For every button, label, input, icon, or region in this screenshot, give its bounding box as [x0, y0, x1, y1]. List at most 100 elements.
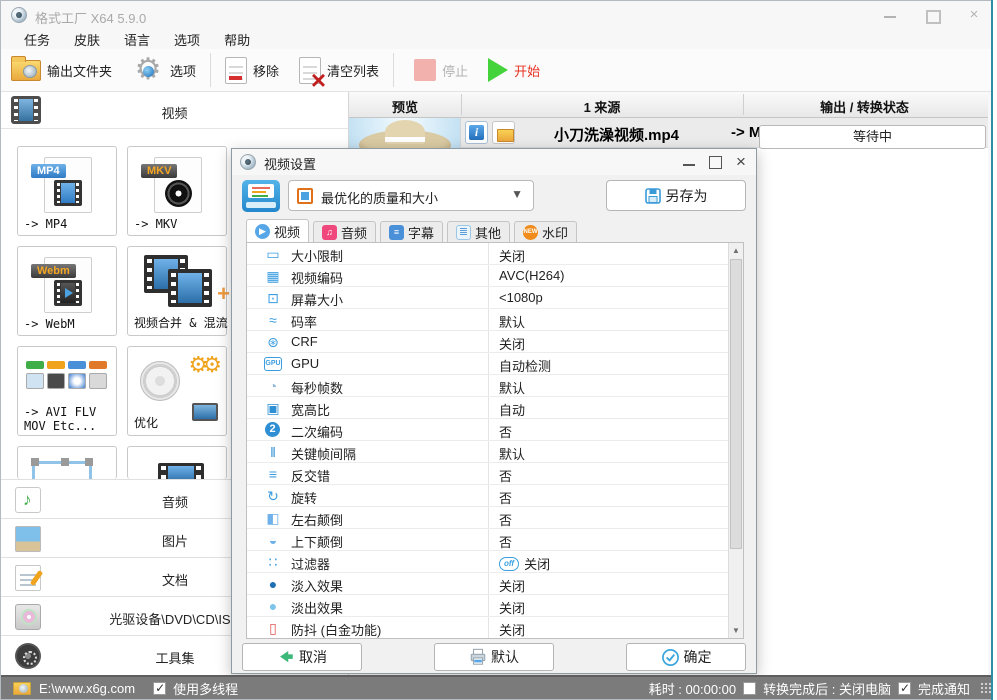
dialog-minimize-button[interactable]	[682, 155, 696, 169]
setting-row-15[interactable]: ● 淡入效果 关闭	[247, 573, 743, 595]
tab-水印[interactable]: NEW 水印	[514, 221, 577, 243]
tab-其他[interactable]: ≣ 其他	[447, 221, 510, 243]
card-optimize[interactable]: ⚙⚙ 优化	[127, 346, 227, 436]
setting-row-0[interactable]: ▭ 大小限制 关闭	[247, 243, 743, 265]
rotate-icon: ↻	[267, 488, 279, 504]
crf-icon: ⊛	[267, 334, 279, 350]
setting-label: 二次编码	[291, 425, 344, 440]
card-avi-flv-mov[interactable]: -> AVI FLV MOV Etc...	[17, 346, 117, 436]
tab-视频[interactable]: ▶ 视频	[246, 219, 309, 243]
setting-row-8[interactable]: 2 二次编码 否	[247, 419, 743, 441]
setting-row-16[interactable]: ● 淡出效果 关闭	[247, 595, 743, 617]
menu-help[interactable]: 帮助	[219, 30, 255, 49]
shutdown-after-label[interactable]: 转换完成后 : 关闭电脑	[763, 679, 891, 698]
dialog-maximize-button[interactable]	[708, 155, 722, 169]
options-button[interactable]: ⚙ 选项	[122, 51, 206, 89]
scrollbar-thumb[interactable]	[730, 259, 742, 549]
setting-label: 视频编码	[291, 271, 344, 286]
remove-button[interactable]: 移除	[215, 51, 289, 89]
notify-checkbox[interactable]	[897, 681, 911, 695]
output-path[interactable]: E:\www.x6g.com	[39, 681, 135, 696]
ok-button[interactable]: 确定	[626, 643, 746, 671]
column-preview[interactable]: 预览	[349, 97, 461, 116]
minimize-button[interactable]	[882, 7, 898, 23]
profile-tray-icon	[242, 180, 280, 212]
card-webm[interactable]: Webm -> WebM	[17, 246, 117, 336]
setting-row-17[interactable]: ▯ 防抖 (白金功能) 关闭	[247, 617, 743, 638]
format-tags-icon	[26, 361, 107, 369]
window-title: 格式工厂 X64 5.9.0	[35, 11, 147, 26]
notify-label[interactable]: 完成通知	[918, 679, 970, 698]
setting-row-5[interactable]: GPU GPU 自动检测	[247, 353, 743, 375]
shutdown-after-checkbox[interactable]	[743, 681, 757, 695]
setting-row-9[interactable]: ‖ 关键帧间隔 默认	[247, 441, 743, 463]
setting-row-1[interactable]: ▦ 视频编码 AVC(H264)	[247, 265, 743, 287]
settings-scrollbar[interactable]: ▲ ▼	[728, 243, 743, 638]
setting-label: 上下颠倒	[291, 535, 344, 550]
setting-value: 否	[499, 491, 513, 506]
video-section-header[interactable]: 视频	[1, 92, 348, 129]
setting-row-10[interactable]: ≡ 反交错 否	[247, 463, 743, 485]
card-mp4[interactable]: MP4 -> MP4	[17, 146, 117, 236]
setting-row-13[interactable]: ◒ 上下颠倒 否	[247, 529, 743, 551]
setting-row-4[interactable]: ⊛ CRF 关闭	[247, 331, 743, 353]
setting-label: 大小限制	[291, 249, 344, 264]
multithread-label[interactable]: 使用多线程	[173, 679, 238, 698]
save-as-button[interactable]: 另存为	[606, 180, 746, 211]
maximize-button[interactable]	[924, 7, 941, 24]
scroll-up-icon[interactable]: ▲	[729, 243, 743, 258]
mini-film-icon	[54, 180, 82, 206]
menu-task[interactable]: 任务	[19, 30, 55, 49]
dialog-close-button[interactable]: ×	[734, 153, 748, 170]
setting-row-12[interactable]: ◧ 左右颠倒 否	[247, 507, 743, 529]
menu-skin[interactable]: 皮肤	[69, 30, 105, 49]
stop-button[interactable]: 停止	[404, 51, 478, 89]
window-accent-border	[991, 0, 993, 700]
card-partial-video[interactable]	[127, 446, 227, 479]
default-button[interactable]: 默认	[434, 643, 554, 671]
source-filename: 小刀洗澡视频.mp4	[554, 127, 680, 144]
start-button[interactable]: 开始	[478, 51, 550, 89]
output-path-folder-icon[interactable]	[13, 681, 31, 695]
setting-row-3[interactable]: ≈ 码率 默认	[247, 309, 743, 331]
settings-list: ▭ 大小限制 关闭 ▦ 视频编码 AVC(H264) ⊡ 屏幕大小 <1080p ≈ 码率 默认 ⊛ CR…	[246, 242, 744, 639]
column-source[interactable]: 1 来源	[461, 97, 743, 116]
menu-options[interactable]: 选项	[169, 30, 205, 49]
start-icon	[488, 58, 509, 82]
card-video-merge[interactable]: + 视频合并 & 混流	[127, 246, 230, 336]
menu-language[interactable]: 语言	[119, 30, 155, 49]
toolbar-separator	[393, 53, 395, 87]
setting-label: 淡入效果	[291, 579, 344, 594]
menubar: 任务 皮肤 语言 选项 帮助	[1, 29, 996, 49]
setting-row-7[interactable]: ▣ 宽高比 自动	[247, 397, 743, 419]
close-button[interactable]: ×	[966, 7, 982, 23]
setting-label: 淡出效果	[291, 601, 344, 616]
tab-字幕[interactable]: ≡ 字幕	[380, 221, 443, 243]
cancel-button[interactable]: 取消	[242, 643, 362, 671]
flip-vertical-icon: ◒	[268, 532, 278, 548]
toolbar: 输出文件夹 ⚙ 选项 移除 清空列表 停止 开始	[1, 49, 996, 92]
setting-value: 否	[499, 535, 513, 550]
setting-row-14[interactable]: ∷ 过滤器 off 关闭	[247, 551, 743, 573]
multithread-checkbox[interactable]	[153, 681, 167, 695]
card-mkv[interactable]: MKV -> MKV	[127, 146, 227, 236]
output-folder-button[interactable]: 输出文件夹	[1, 51, 122, 89]
setting-row-2[interactable]: ⊡ 屏幕大小 <1080p	[247, 287, 743, 309]
subtitle-tab-icon: ≡	[388, 225, 404, 240]
setting-row-6[interactable]: ◔ 每秒帧数 默认	[247, 375, 743, 397]
card-partial-crop[interactable]	[17, 446, 117, 479]
chevron-down-icon: ▼	[511, 187, 523, 201]
setting-row-11[interactable]: ↻ 旋转 否	[247, 485, 743, 507]
setting-value: 关闭	[499, 579, 526, 594]
clear-list-button[interactable]: 清空列表	[289, 51, 389, 91]
quality-preset-select[interactable]: 最优化的质量和大小 ▼	[288, 180, 534, 211]
open-folder-button[interactable]	[492, 121, 515, 144]
column-output-status[interactable]: 输出 / 转换状态	[743, 97, 986, 116]
setting-label: 宽高比	[291, 403, 331, 418]
merge-arrow-icon: +	[217, 281, 230, 306]
setting-label: 屏幕大小	[291, 293, 344, 308]
scroll-down-icon[interactable]: ▼	[729, 623, 743, 638]
tab-音频[interactable]: ♫ 音频	[313, 221, 376, 243]
media-info-button[interactable]	[465, 121, 488, 144]
elapsed-time: 耗时 : 00:00:00	[648, 681, 737, 697]
